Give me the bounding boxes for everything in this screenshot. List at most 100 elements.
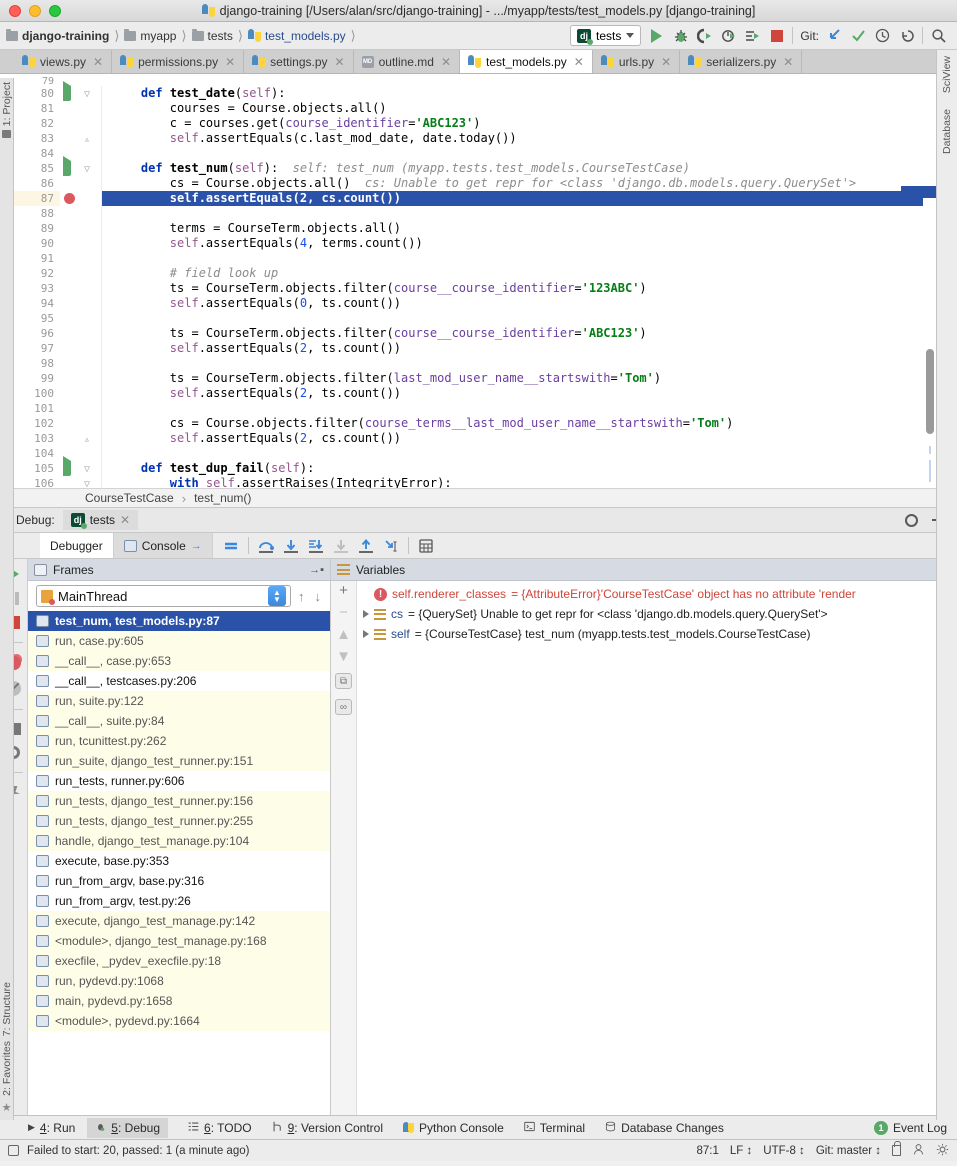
close-icon[interactable]: ✕ [661, 55, 671, 69]
code-folding-gutter[interactable] [80, 116, 102, 131]
move-up-button[interactable]: ▲ [336, 627, 351, 642]
gutter-slot[interactable] [60, 371, 80, 386]
variable-row[interactable]: ! self.renderer_classes = {AttributeError}… [357, 584, 957, 604]
code-folding-gutter[interactable]: ▽ [80, 476, 102, 488]
profile-button[interactable] [720, 27, 737, 44]
toolwindow-version-control[interactable]: 9: Version Control [272, 1121, 383, 1135]
run-test-gutter-icon[interactable] [60, 156, 80, 180]
code-line[interactable]: 92 # field look up [14, 266, 957, 281]
show-execution-point-button[interactable] [223, 538, 239, 554]
sidebar-item-structure[interactable]: 7: Structure [1, 982, 13, 1036]
breadcrumb-class[interactable]: CourseTestCase [85, 491, 174, 505]
remove-watch-button[interactable]: − [339, 605, 348, 620]
frame-list-item[interactable]: run_tests, django_test_runner.py:255 [28, 811, 330, 831]
gutter-slot[interactable] [60, 341, 80, 356]
move-down-button[interactable]: ▼ [336, 649, 351, 664]
sidebar-item-database[interactable]: Database [941, 109, 953, 154]
breadcrumb-method[interactable]: test_num() [194, 491, 251, 505]
code-folding-gutter[interactable]: ▽ [80, 161, 102, 176]
frame-list-item[interactable]: handle, django_test_manage.py:104 [28, 831, 330, 851]
frame-list-item[interactable]: run, tcunittest.py:262 [28, 731, 330, 751]
code-line[interactable]: 81 courses = Course.objects.all() [14, 101, 957, 116]
gutter-slot[interactable] [60, 206, 80, 221]
toolwindow-debug[interactable]: 5: Debug [87, 1117, 169, 1138]
code-line[interactable]: 83 ▵ self.assertEquals(c.last_mod_date, d… [14, 131, 957, 146]
close-icon[interactable]: ✕ [225, 55, 235, 69]
inspection-icon[interactable] [936, 1143, 949, 1159]
code-folding-gutter[interactable] [80, 386, 102, 401]
code-folding-gutter[interactable] [80, 446, 102, 461]
sidebar-item-sciview[interactable]: SciView [941, 56, 953, 93]
frame-list-item[interactable]: <module>, django_test_manage.py:168 [28, 931, 330, 951]
event-log-button[interactable]: 1 Event Log [873, 1120, 957, 1135]
code-line[interactable]: 99 ts = CourseTerm.objects.filter(last_m… [14, 371, 957, 386]
gutter-slot[interactable] [60, 266, 80, 281]
breadcrumb-item-project[interactable]: django-training [6, 28, 109, 43]
breakpoint-icon[interactable] [60, 191, 80, 206]
code-line[interactable]: 88 [14, 206, 957, 221]
add-watch-button[interactable]: + [339, 583, 348, 598]
gutter-slot[interactable] [60, 221, 80, 236]
frame-list-item[interactable]: execute, django_test_manage.py:142 [28, 911, 330, 931]
frame-list-item[interactable]: test_num, test_models.py:87 [28, 611, 330, 631]
gutter-slot[interactable] [60, 401, 80, 416]
editor-tab-urls[interactable]: urls.py ✕ [592, 50, 681, 73]
step-into-button[interactable] [283, 538, 299, 554]
code-folding-gutter[interactable] [80, 416, 102, 431]
gutter-slot[interactable] [60, 176, 80, 191]
editor-viewport[interactable]: 79 80 ▽ def test_date(self): 81 courses = C… [14, 74, 957, 488]
frame-list-item[interactable]: run_suite, django_test_runner.py:151 [28, 751, 330, 771]
gutter-slot[interactable] [60, 296, 80, 311]
code-folding-gutter[interactable] [80, 101, 102, 116]
chevron-right-icon[interactable] [363, 610, 369, 618]
toggle-sidebar-icon[interactable] [8, 1145, 19, 1156]
gear-icon[interactable] [905, 513, 918, 527]
code-line[interactable]: 96 ts = CourseTerm.objects.filter(course… [14, 326, 957, 341]
code-line[interactable]: 91 [14, 251, 957, 266]
code-line[interactable]: 90 self.assertEquals(4, terms.count()) [14, 236, 957, 251]
frame-list-item[interactable]: <module>, pydevd.py:1664 [28, 1011, 330, 1031]
lock-icon[interactable] [892, 1141, 901, 1156]
code-folding-gutter[interactable]: ▽ [80, 461, 102, 476]
frame-list-item[interactable]: run_from_argv, test.py:26 [28, 891, 330, 911]
code-line[interactable]: 89 terms = CourseTerm.objects.all() [14, 221, 957, 236]
code-folding-gutter[interactable] [80, 401, 102, 416]
run-test-gutter-icon[interactable] [60, 81, 80, 105]
code-folding-gutter[interactable] [80, 146, 102, 161]
gutter-slot[interactable] [60, 326, 80, 341]
code-folding-gutter[interactable] [80, 356, 102, 371]
gutter-slot[interactable] [60, 131, 80, 146]
code-folding-gutter[interactable] [80, 311, 102, 326]
chevron-updown-icon[interactable]: ▲ ▼ [268, 586, 286, 606]
frame-list-item[interactable]: __call__, suite.py:84 [28, 711, 330, 731]
scrollbar-thumb[interactable] [926, 349, 934, 434]
file-encoding[interactable]: UTF-8 ↕ [763, 1145, 805, 1157]
gutter-slot[interactable] [60, 101, 80, 116]
close-icon[interactable]: ✕ [441, 55, 451, 69]
source-code[interactable]: 79 80 ▽ def test_date(self): 81 courses = C… [14, 74, 957, 488]
chevron-right-icon[interactable] [363, 630, 369, 638]
frame-list-item[interactable]: __call__, testcases.py:206 [28, 671, 330, 691]
code-line[interactable]: 100 self.assertEquals(2, ts.count()) [14, 386, 957, 401]
close-icon[interactable]: ✕ [783, 55, 793, 69]
frame-list-item[interactable]: run_from_argv, base.py:316 [28, 871, 330, 891]
code-line[interactable]: 80 ▽ def test_date(self): [14, 81, 957, 105]
frame-list-item[interactable]: run, case.py:605 [28, 631, 330, 651]
code-folding-gutter[interactable] [80, 206, 102, 221]
code-line[interactable]: 97 self.assertEquals(2, ts.count()) [14, 341, 957, 356]
frame-list-item[interactable]: run, suite.py:122 [28, 691, 330, 711]
close-icon[interactable]: ✕ [120, 513, 130, 527]
editor-tab-test-models[interactable]: test_models.py ✕ [460, 50, 593, 73]
frame-list-item[interactable]: __call__, case.py:653 [28, 651, 330, 671]
search-icon[interactable] [930, 27, 947, 44]
code-line[interactable]: 105 ▽ def test_dup_fail(self): [14, 456, 957, 480]
code-editor[interactable]: 79 80 ▽ def test_date(self): 81 courses = C… [0, 74, 957, 488]
run-button[interactable] [648, 27, 665, 44]
code-line[interactable]: 79 [14, 77, 957, 87]
code-folding-gutter[interactable] [80, 341, 102, 356]
undo-icon[interactable] [898, 27, 915, 44]
step-over-button[interactable] [258, 538, 274, 554]
code-line[interactable]: 87 self.assertEquals(2, cs.count()) [14, 191, 957, 206]
frame-list-item[interactable]: run_tests, runner.py:606 [28, 771, 330, 791]
code-folding-gutter[interactable] [80, 281, 102, 296]
